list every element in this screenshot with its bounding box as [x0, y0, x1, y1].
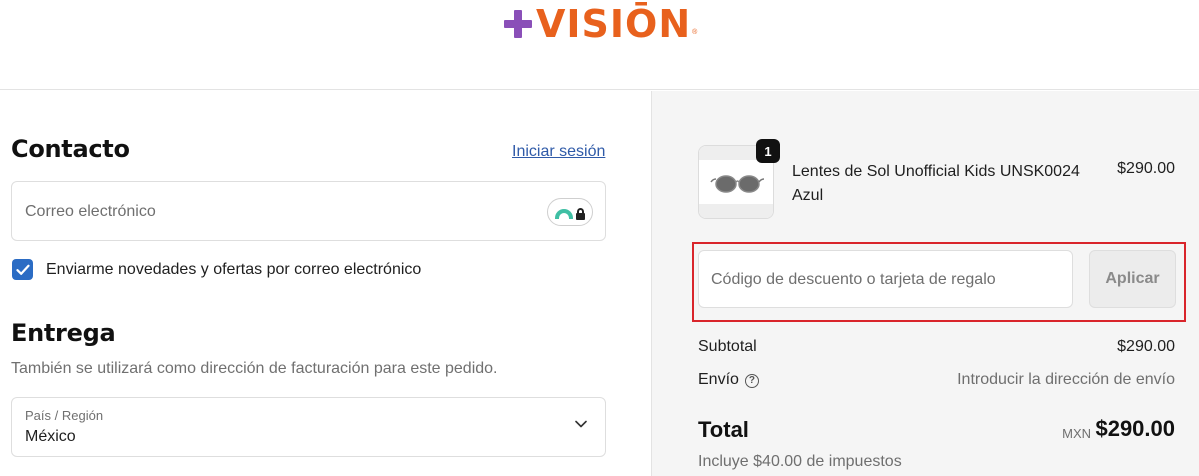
subtotal-label: Subtotal [698, 338, 757, 355]
email-placeholder: Correo electrónico [25, 203, 156, 220]
checkout-header: VISIŌN ® [0, 0, 1199, 90]
email-field[interactable]: Correo electrónico [11, 181, 606, 241]
delivery-heading: Entrega [11, 319, 116, 347]
product-name: Lentes de Sol Unofficial Kids UNSK0024 A… [792, 163, 1080, 204]
lock-icon [576, 207, 585, 220]
checkout-form: Contacto Iniciar sesión Correo electróni… [0, 91, 651, 476]
newsletter-checkbox[interactable] [12, 259, 33, 280]
shipping-row: Envío? [698, 371, 759, 389]
total-value: $290.00 [1095, 416, 1175, 441]
registered-mark: ® [692, 29, 698, 36]
apply-discount-button[interactable]: Aplicar [1089, 250, 1176, 308]
tax-note: Incluye $40.00 de impuestos [698, 453, 902, 470]
contact-heading: Contacto [11, 135, 130, 163]
shipping-label: Envío [698, 371, 739, 388]
country-value: México [25, 428, 76, 445]
newsletter-label[interactable]: Enviarme novedades y ofertas por correo … [46, 261, 421, 279]
checkmark-icon [15, 264, 30, 275]
plus-icon [504, 10, 532, 38]
product-price: $290.00 [1117, 160, 1175, 177]
arc-logo-icon [555, 209, 573, 219]
subtotal-value: $290.00 [1117, 338, 1175, 355]
total-label: Total [698, 417, 749, 442]
shipping-value: Introducir la dirección de envío [957, 371, 1175, 388]
help-icon[interactable]: ? [744, 373, 759, 388]
chevron-down-icon [575, 420, 587, 428]
currency-code: MXN [1062, 426, 1091, 441]
country-label: País / Región [25, 408, 104, 423]
brand-logo[interactable]: VISIŌN ® [504, 4, 697, 44]
discount-code-input[interactable]: Código de descuento o tarjeta de regalo [698, 250, 1073, 308]
discount-placeholder: Código de descuento o tarjeta de regalo [711, 271, 996, 288]
login-link[interactable]: Iniciar sesión [512, 143, 605, 161]
order-summary: 1 Lentes de Sol Unofficial Kids UNSK0024… [651, 91, 1199, 476]
country-select[interactable]: País / Región México [11, 397, 606, 457]
logo-text: VISIŌN [536, 2, 692, 46]
password-manager-badge[interactable] [547, 198, 593, 226]
quantity-badge: 1 [756, 139, 780, 163]
delivery-subtext: También se utilizará como dirección de f… [11, 360, 498, 377]
